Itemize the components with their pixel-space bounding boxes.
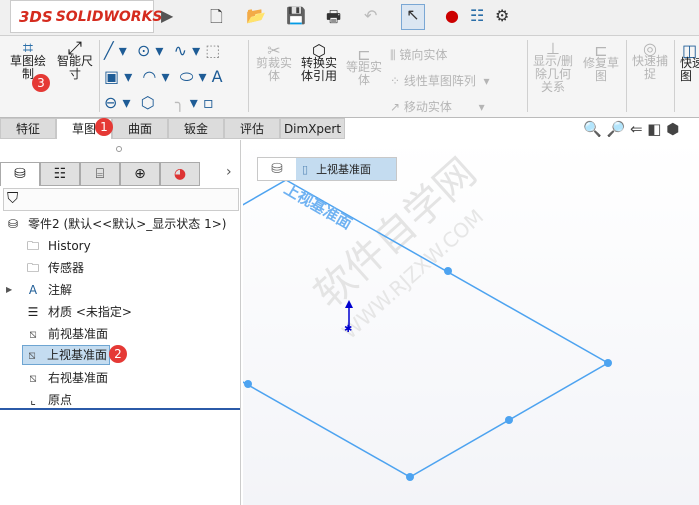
zoom-area-icon[interactable]: 🔎	[606, 120, 625, 138]
tree-item-annotations[interactable]: ▶ A 注解	[6, 280, 72, 300]
sensor-folder-icon: 🗀	[26, 261, 39, 275]
material-icon: ☰	[27, 305, 39, 319]
breadcrumb: ⛁ ▯ 上视基准面	[257, 157, 397, 181]
property-manager-tab-icon[interactable]: ☷	[40, 162, 80, 186]
plane-handle[interactable]	[244, 380, 252, 388]
slot-icon[interactable]: ⊖	[104, 93, 117, 112]
plane-handle[interactable]	[444, 267, 452, 275]
plane-handle[interactable]	[604, 359, 612, 367]
tree-item-sensors[interactable]: 🗀 传感器	[24, 258, 84, 278]
quick-snap-button[interactable]: ◎ 快速捕捉	[630, 41, 670, 81]
polygon-icon[interactable]: ⬡	[141, 93, 155, 112]
svg-text:✱: ✱	[344, 324, 352, 335]
fillet-icon[interactable]: ╮	[175, 93, 185, 112]
rectangle-icon[interactable]: ▣	[104, 67, 119, 86]
mirror-icon: ⫼	[390, 48, 396, 62]
step-badge-1: 1	[95, 118, 113, 136]
previous-view-icon[interactable]: ⇐	[630, 120, 643, 138]
tab-surface[interactable]: 曲面	[112, 118, 168, 139]
options-gear-icon[interactable]: ⚙	[495, 6, 509, 25]
tree-bottom-divider	[0, 408, 240, 410]
expand-arrow-icon[interactable]: ▶	[6, 280, 24, 300]
point-icon[interactable]: ▫	[203, 93, 214, 112]
plane-icon: ⧅	[29, 327, 37, 341]
breadcrumb-top-plane[interactable]: ▯ 上视基准面	[296, 158, 396, 180]
rapid-sketch-button[interactable]: ◫快速草图	[680, 44, 699, 83]
step-badge-2: 2	[109, 345, 127, 363]
plane-label: 上视基准面	[281, 180, 355, 233]
print-icon[interactable]: 🖶	[326, 6, 341, 33]
new-document-icon[interactable]: 🗋	[210, 6, 223, 33]
title-toolbar: 3DS SOLIDWORKS ▶ 🗋 📂 💾 🖶 ↶ ↖ ● ☷ ⚙	[0, 0, 699, 36]
linear-pattern-icon: ⁘	[390, 74, 401, 88]
graphics-viewport[interactable]: 软件自学网 WWW.RJZXW.COM 上视基准面 ✱	[243, 140, 699, 505]
tree-item-history[interactable]: 🗀 History	[24, 236, 91, 256]
feature-manager-panel: ⛁ ☷ ⌸ ⊕ ◕ › ⛉ ⛁ 零件2 (默认<<默认>_显示状态 1>) 🗀 Hi…	[0, 140, 241, 505]
line-icon[interactable]: ╱	[104, 41, 114, 60]
feature-tree-tab-icon[interactable]: ⛁	[0, 162, 40, 186]
tree-item-top-plane[interactable]: ⧅ 上视基准面	[22, 345, 111, 365]
command-manager: ⌗ 草图绘制 ⤢ 智能尺寸 ╱ ▾ ⊙ ▾ ∿ ▾ ⬚ ▣ ▾ ◠ ▾ ⬭ ▾ A …	[0, 36, 699, 118]
text-icon[interactable]: A	[212, 67, 223, 86]
save-icon[interactable]: 💾	[286, 6, 306, 25]
spline-icon[interactable]: ∿	[174, 41, 187, 60]
smart-dimension-button[interactable]: ⤢ 智能尺寸	[55, 40, 95, 81]
view-heads-up-toolbar: 🔍 🔎 ⇐ ◧ ⬢	[583, 120, 679, 138]
move-icon: ↗	[390, 100, 401, 114]
history-folder-icon: 🗀	[26, 239, 39, 253]
solidworks-logo[interactable]: 3DS SOLIDWORKS	[10, 0, 163, 33]
rebuild-traffic-light-icon[interactable]: ●	[445, 6, 459, 25]
mirror-button[interactable]: ⫼ 镜向实体	[390, 42, 525, 68]
tree-item-origin[interactable]: ⌞ 原点	[24, 390, 72, 410]
pattern-group: ⫼ 镜向实体 ⁘ 线性草图阵列 ▾ ↗ 移动实体 ▾	[390, 42, 525, 120]
plane-icon: ⧅	[28, 348, 36, 362]
viewport-canvas: 软件自学网 WWW.RJZXW.COM 上视基准面 ✱	[243, 149, 612, 481]
chevron-right-icon[interactable]: ›	[226, 164, 232, 180]
undo-icon[interactable]: ↶	[364, 6, 377, 25]
convert-entities-button[interactable]: ⬡ 转换实体引用	[298, 43, 340, 83]
ellipse-icon[interactable]: ⬭	[180, 67, 194, 86]
tree-item-front-plane[interactable]: ⧅ 前视基准面	[24, 324, 108, 344]
display-manager-tab-icon[interactable]: ◕	[160, 162, 200, 186]
splitter-handle[interactable]	[116, 146, 122, 152]
tab-features[interactable]: 特征	[0, 118, 56, 139]
annotation-folder-icon: A	[28, 283, 38, 297]
configuration-manager-tab-icon[interactable]: ⌸	[80, 162, 120, 186]
offset-button[interactable]: ⊏ 等距实体	[345, 47, 383, 87]
dimxpert-manager-tab-icon[interactable]: ⊕	[120, 162, 160, 186]
tab-dimxpert[interactable]: DimXpert	[280, 118, 345, 139]
part-icon[interactable]: ⛁	[258, 161, 296, 177]
tab-evaluate[interactable]: 评估	[224, 118, 280, 139]
tree-item-right-plane[interactable]: ⧅ 右视基准面	[24, 368, 108, 388]
tab-sheet-metal[interactable]: 钣金	[168, 118, 224, 139]
plane-icon: ▯	[302, 162, 309, 176]
part-icon: ⛁	[7, 217, 19, 231]
section-view-icon[interactable]: ◧	[647, 120, 661, 138]
arc-icon[interactable]: ◠	[142, 67, 156, 86]
plane-handle[interactable]	[406, 473, 414, 481]
open-icon[interactable]: 📂	[246, 6, 266, 25]
filter-icon: ⛉	[7, 189, 19, 207]
trim-button[interactable]: ✂ 剪裁实体	[254, 43, 294, 83]
select-pointer-icon[interactable]: ↖	[401, 4, 425, 30]
zoom-to-fit-icon[interactable]: 🔍	[583, 120, 602, 138]
expand-arrow-icon[interactable]: ▶	[161, 6, 173, 25]
tree-item-material[interactable]: ☰ 材质 <未指定>	[24, 302, 132, 322]
tree-root-part[interactable]: ⛁ 零件2 (默认<<默认>_显示状态 1>)	[4, 214, 227, 234]
linear-pattern-button[interactable]: ⁘ 线性草图阵列 ▾	[390, 68, 525, 94]
filter-input[interactable]: ⛉	[3, 188, 239, 211]
display-relations-button[interactable]: ⊥ 显示/删除几何关系	[532, 41, 574, 94]
origin-icon: ⌞	[30, 393, 36, 407]
circle-icon[interactable]: ⊙	[137, 41, 150, 60]
view-orientation-icon[interactable]: ⬢	[666, 120, 679, 138]
construction-icon[interactable]: ⬚	[205, 41, 220, 60]
plane-icon: ⧅	[29, 371, 37, 385]
sketch-entities-grid: ╱ ▾ ⊙ ▾ ∿ ▾ ⬚ ▣ ▾ ◠ ▾ ⬭ ▾ A ⊖ ▾ ⬡ ╮ ▾ ▫	[104, 41, 223, 112]
file-properties-icon[interactable]: ☷	[470, 6, 484, 25]
plane-handle[interactable]	[505, 416, 513, 424]
repair-sketch-button[interactable]: ⊏ 修复草图	[580, 43, 622, 83]
move-button[interactable]: ↗ 移动实体 ▾	[390, 94, 525, 120]
step-badge-3: 3	[32, 74, 50, 92]
